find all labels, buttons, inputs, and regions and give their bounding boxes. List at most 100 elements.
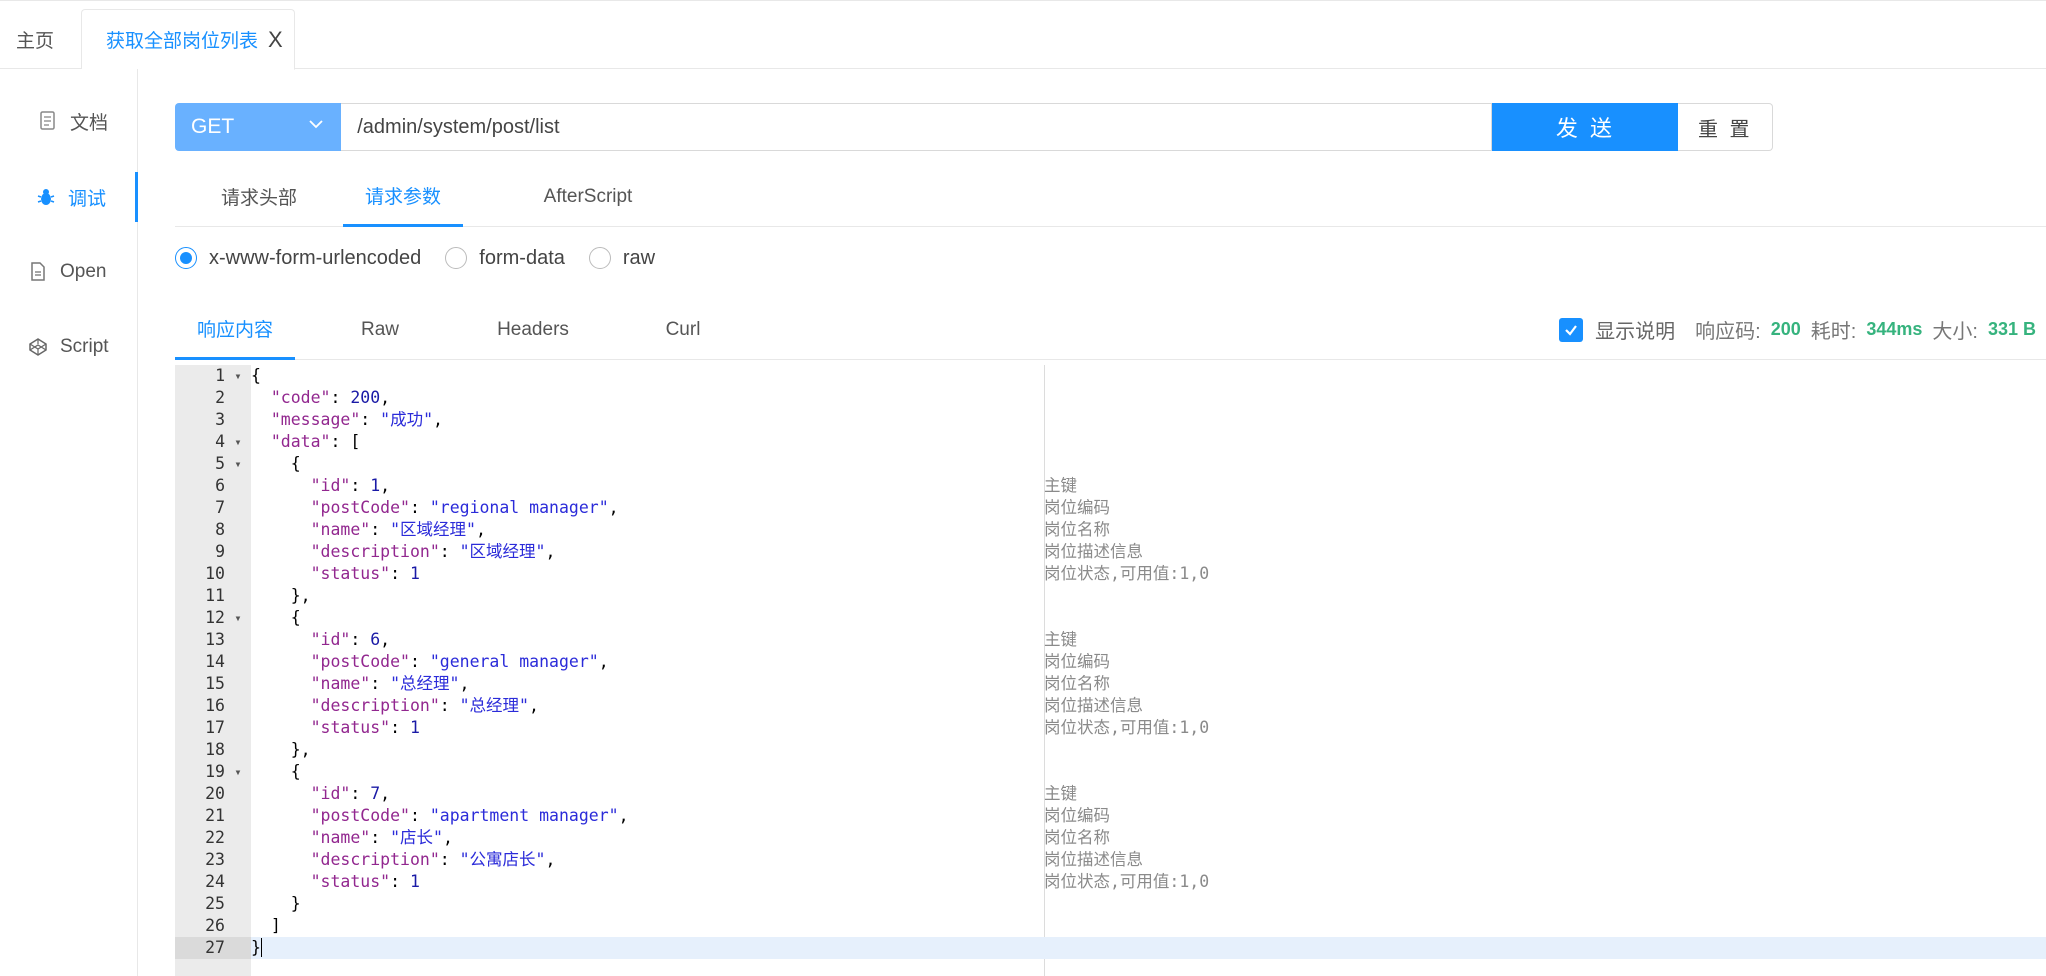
sidebar-item-open[interactable]: Open [0,247,138,297]
chevron-down-icon [307,115,325,139]
radio-form-data[interactable]: form-data [445,247,565,270]
code-line[interactable]: 21 "postCode": "apartment manager", 岗位编码 [175,805,2046,827]
sidebar-item-label: Script [60,336,109,357]
code-line[interactable]: 22 "name": "店长", 岗位名称 [175,827,2046,849]
code-line[interactable]: 12 ▾ { [175,607,2046,629]
code-line[interactable]: 17 "status": 1 岗位状态,可用值:1,0 [175,717,2046,739]
codepen-icon [26,335,50,359]
code-text: }, [251,740,311,759]
fold-toggle-icon[interactable]: ▾ [231,431,245,453]
tab-post-list[interactable]: 获取全部岗位列表 X [81,9,295,70]
field-description: 岗位状态,可用值:1,0 [1044,564,1210,583]
code-line[interactable]: 26 ] [175,915,2046,937]
code-line[interactable]: 1 ▾ { [175,365,2046,387]
code-text: "status": 1 [310,564,420,583]
line-number: 12 [205,608,225,627]
code-line[interactable]: 20 "id": 7, 主键 [175,783,2046,805]
line-number: 17 [205,718,225,737]
code-line[interactable]: 13 "id": 6, 主键 [175,629,2046,651]
code-text: { [251,608,301,627]
code-line[interactable]: 9 "description": "区域经理", 岗位描述信息 [175,541,2046,563]
code-line[interactable]: 3 "message": "成功", [175,409,2046,431]
fold-toggle-icon[interactable]: ▾ [231,365,245,387]
show-description-checkbox[interactable] [1559,317,1584,342]
line-number: 18 [205,740,225,759]
check-icon [1565,324,1578,336]
line-number: 6 [215,476,225,495]
line-number: 4 [215,432,225,451]
sidebar: 文档 调试 Open Script [0,69,138,976]
response-editor[interactable]: 1 ▾ {2 "code": 200, 3 "message": "成功", 4 ▾ "d… [175,365,2046,976]
tab-response-content[interactable]: 响应内容 [175,299,295,360]
fold-toggle-icon[interactable]: ▾ [231,761,245,783]
size-label: 大小: [1932,321,1978,343]
line-number: 23 [205,850,225,869]
time-value: 344ms [1866,319,1923,339]
code-line[interactable]: 11 }, [175,585,2046,607]
line-number: 21 [205,806,225,825]
code-line[interactable]: 4 ▾ "data": [ [175,431,2046,453]
line-number: 15 [205,674,225,693]
page-tab-bar: 主页 获取全部岗位列表 X [0,0,2046,70]
sidebar-item-debug[interactable]: 调试 [0,172,138,222]
tab-home[interactable]: 主页 [0,9,72,70]
size-value: 331 B [1987,319,2036,339]
fold-toggle-icon[interactable]: ▾ [231,453,245,475]
fold-toggle-icon[interactable]: ▾ [231,607,245,629]
show-description-label: 显示说明 [1595,321,1676,343]
tab-response-headers[interactable]: Headers [473,299,593,360]
sidebar-item-docs[interactable]: 文档 [0,96,138,146]
radio-label: x-www-form-urlencoded [209,246,422,269]
tab-response-raw[interactable]: Raw [330,299,430,360]
field-description: 岗位编码 [1044,806,1110,825]
code-line[interactable]: 7 "postCode": "regional manager", 岗位编码 [175,497,2046,519]
code-text: "status": 1 [310,718,420,737]
code-text: "description": "公寓店长", [310,850,556,869]
radio-urlencoded[interactable]: x-www-form-urlencoded [175,247,421,270]
code-text: }, [251,586,311,605]
code-text: "name": "区域经理", [310,520,486,539]
code-line[interactable]: 24 "status": 1 岗位状态,可用值:1,0 [175,871,2046,893]
file-icon [26,260,50,284]
tab-request-params[interactable]: 请求参数 [343,166,463,227]
code-line[interactable]: 15 "name": "总经理", 岗位名称 [175,673,2046,695]
code-line[interactable]: 25 } [175,893,2046,915]
radio-circle [175,247,197,269]
line-number: 25 [205,894,225,913]
code-text: "id": 1, [310,476,391,495]
tab-afterscript[interactable]: AfterScript [503,166,673,227]
url-input[interactable]: /admin/system/post/list [341,103,1493,151]
code-line[interactable]: 27} [175,937,2046,959]
code-line[interactable]: 18 }, [175,739,2046,761]
code-line[interactable]: 2 "code": 200, [175,387,2046,409]
code-line[interactable]: 14 "postCode": "general manager", 岗位编码 [175,651,2046,673]
code-line[interactable]: 16 "description": "总经理", 岗位描述信息 [175,695,2046,717]
sidebar-item-script[interactable]: Script [0,322,138,372]
tab-response-curl[interactable]: Curl [633,299,733,360]
code-text: "status": 1 [310,872,420,891]
reset-button[interactable]: 重 置 [1678,103,1773,151]
code-line[interactable]: 19 ▾ { [175,761,2046,783]
tab-request-headers[interactable]: 请求头部 [175,166,343,227]
code-line[interactable]: 5 ▾ { [175,453,2046,475]
radio-label: form-data [479,246,565,269]
time-label: 耗时: [1810,321,1857,343]
method-select[interactable]: GET [175,103,342,151]
status-code-value: 200 [1770,319,1801,339]
response-meta: 显示说明 响应码: 200 耗时: 344ms 大小: 331 B [1559,299,2036,360]
close-icon[interactable]: X [268,28,283,51]
line-number: 1 [215,366,225,385]
line-number: 7 [215,498,225,517]
line-number: 14 [205,652,225,671]
code-text: "description": "总经理", [310,696,539,715]
code-text: "code": 200, [270,388,391,407]
code-line[interactable]: 6 "id": 1, 主键 [175,475,2046,497]
code-text: "postCode": "general manager", [310,652,609,671]
send-button[interactable]: 发 送 [1492,103,1679,151]
code-line[interactable]: 8 "name": "区域经理", 岗位名称 [175,519,2046,541]
radio-raw[interactable]: raw [588,247,655,270]
code-line[interactable]: 23 "description": "公寓店长", 岗位描述信息 [175,849,2046,871]
field-description: 岗位编码 [1044,652,1110,671]
code-line[interactable]: 10 "status": 1 岗位状态,可用值:1,0 [175,563,2046,585]
field-description: 岗位状态,可用值:1,0 [1044,718,1210,737]
